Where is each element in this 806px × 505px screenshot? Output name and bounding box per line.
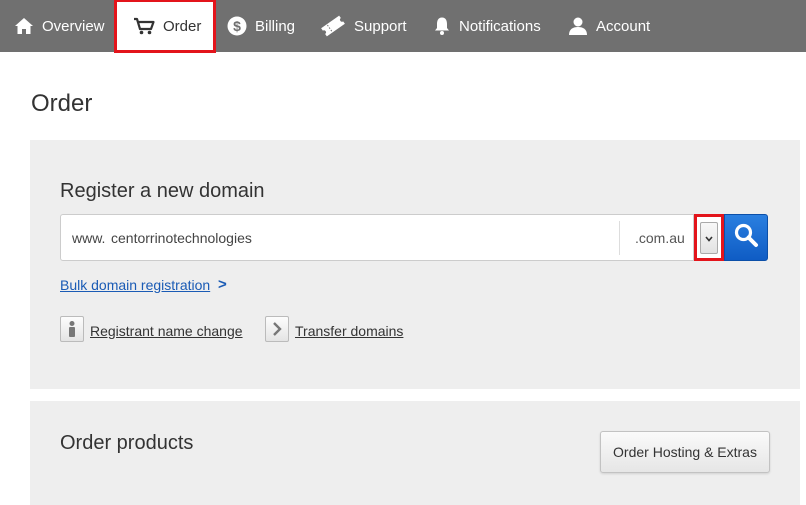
person-icon: [60, 316, 84, 342]
nav-notifications-label: Notifications: [459, 17, 541, 35]
transfer-domains-link[interactable]: Transfer domains: [295, 323, 403, 339]
tld-selected-value: .com.au: [635, 230, 685, 246]
svg-text:$: $: [233, 18, 241, 34]
nav-account-label: Account: [596, 17, 651, 35]
nav-support-label: Support: [354, 17, 407, 35]
domain-prefix: www.: [72, 230, 106, 246]
domain-search-button[interactable]: [724, 214, 768, 261]
user-icon: [568, 16, 588, 36]
page-title: Order: [31, 90, 93, 117]
chevron-down-icon: [705, 229, 713, 247]
nav-order[interactable]: Order: [114, 0, 216, 53]
order-products-panel: Order products Order Hosting & Extras: [30, 401, 800, 505]
chevron-right-icon: >: [218, 276, 227, 293]
bell-icon: [433, 16, 451, 36]
nav-overview[interactable]: Overview: [14, 0, 105, 52]
tld-divider: [619, 221, 620, 255]
nav-overview-label: Overview: [42, 17, 105, 35]
nav-notifications[interactable]: Notifications: [433, 0, 541, 52]
nav-account[interactable]: Account: [568, 0, 650, 52]
nav-billing[interactable]: $ Billing: [227, 0, 295, 52]
nav-order-label: Order: [163, 17, 202, 35]
top-nav: Overview Order $ Billing Support Notific…: [0, 0, 806, 53]
cart-icon: [133, 17, 155, 35]
domain-name-input[interactable]: [109, 223, 619, 253]
bulk-domain-registration-link[interactable]: Bulk domain registration: [60, 277, 210, 293]
register-domain-heading: Register a new domain: [60, 180, 265, 202]
nav-support[interactable]: Support: [320, 0, 407, 52]
ticket-icon: [320, 15, 346, 37]
order-hosting-extras-button[interactable]: Order Hosting & Extras: [600, 431, 770, 473]
domain-search-box: www. .com.au: [60, 214, 694, 261]
search-icon: [733, 222, 759, 253]
nav-billing-label: Billing: [255, 17, 296, 35]
transfer-chevron-icon: [265, 316, 289, 342]
registrant-name-change-link[interactable]: Registrant name change: [90, 323, 243, 339]
tld-dropdown-inner: [700, 221, 718, 254]
order-products-heading: Order products: [60, 432, 194, 454]
register-domain-panel: Register a new domain www. .com.au Bulk …: [30, 140, 800, 389]
home-icon: [14, 17, 34, 35]
dollar-icon: $: [227, 16, 247, 36]
tld-dropdown-button[interactable]: [694, 214, 724, 261]
